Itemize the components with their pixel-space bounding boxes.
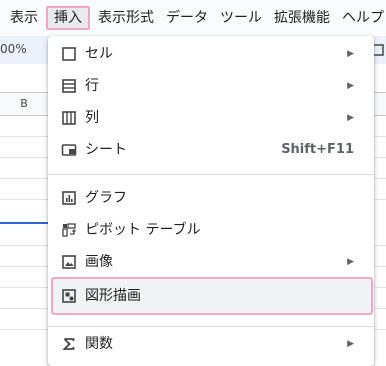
menu-item-chart[interactable]: グラフ — [48, 182, 374, 214]
menu-item-columns[interactable]: 列 ▶ — [48, 102, 374, 134]
menu-item-drawing[interactable]: 図形描画 — [51, 277, 373, 315]
insert-menu: セル ▶ 行 ▶ 列 ▶ シート Shift+F11 グラフ ピボット テーブル — [48, 36, 374, 366]
menu-bar: 表示 挿入 表示形式 データ ツール 拡張機能 ヘルプ — [0, 0, 386, 36]
menu-insert[interactable]: 挿入 — [46, 6, 90, 30]
menu-item-label: グラフ — [85, 190, 127, 206]
menu-item-label: 列 — [85, 110, 99, 126]
zoom-select[interactable]: 00% — [0, 42, 27, 56]
menu-separator — [48, 174, 374, 175]
chart-icon — [61, 190, 77, 206]
row-icon — [61, 78, 77, 94]
menu-item-label: 行 — [85, 78, 99, 94]
drawing-icon — [61, 288, 77, 304]
column-icon — [61, 110, 77, 126]
submenu-arrow-icon: ▶ — [347, 49, 354, 59]
sigma-icon — [61, 336, 77, 352]
menu-help[interactable]: ヘルプ — [336, 6, 386, 30]
menu-item-cells[interactable]: セル ▶ — [48, 38, 374, 70]
menu-extensions[interactable]: 拡張機能 — [268, 6, 336, 30]
menu-item-label: 画像 — [85, 254, 113, 270]
menu-item-pivot-table[interactable]: ピボット テーブル — [48, 214, 374, 246]
menu-item-label: ピボット テーブル — [85, 222, 201, 238]
menu-view[interactable]: 表示 — [0, 6, 44, 30]
menu-item-label: 関数 — [85, 336, 113, 352]
sheet-icon — [61, 142, 77, 158]
menu-format[interactable]: 表示形式 — [92, 6, 160, 30]
menu-item-sheet[interactable]: シート Shift+F11 — [48, 134, 374, 166]
menu-item-rows[interactable]: 行 ▶ — [48, 70, 374, 102]
shortcut-label: Shift+F11 — [281, 142, 354, 157]
submenu-arrow-icon: ▶ — [347, 257, 354, 267]
cell-box-icon — [61, 46, 77, 62]
menu-data[interactable]: データ — [160, 6, 214, 30]
selection-border — [0, 222, 48, 224]
column-header-b[interactable]: B — [0, 93, 49, 115]
submenu-arrow-icon: ▶ — [347, 113, 354, 123]
menu-item-image[interactable]: 画像 ▶ — [48, 246, 374, 278]
submenu-arrow-icon: ▶ — [347, 81, 354, 91]
menu-item-label: シート — [85, 142, 127, 158]
menu-item-label: 図形描画 — [85, 288, 141, 304]
pivot-table-icon — [61, 222, 77, 238]
menu-item-label: セル — [85, 46, 113, 62]
menu-item-function[interactable]: 関数 ▶ — [48, 328, 374, 360]
menu-tools[interactable]: ツール — [214, 6, 268, 30]
image-icon — [61, 254, 77, 270]
submenu-arrow-icon: ▶ — [347, 339, 354, 349]
menu-separator — [48, 326, 374, 327]
